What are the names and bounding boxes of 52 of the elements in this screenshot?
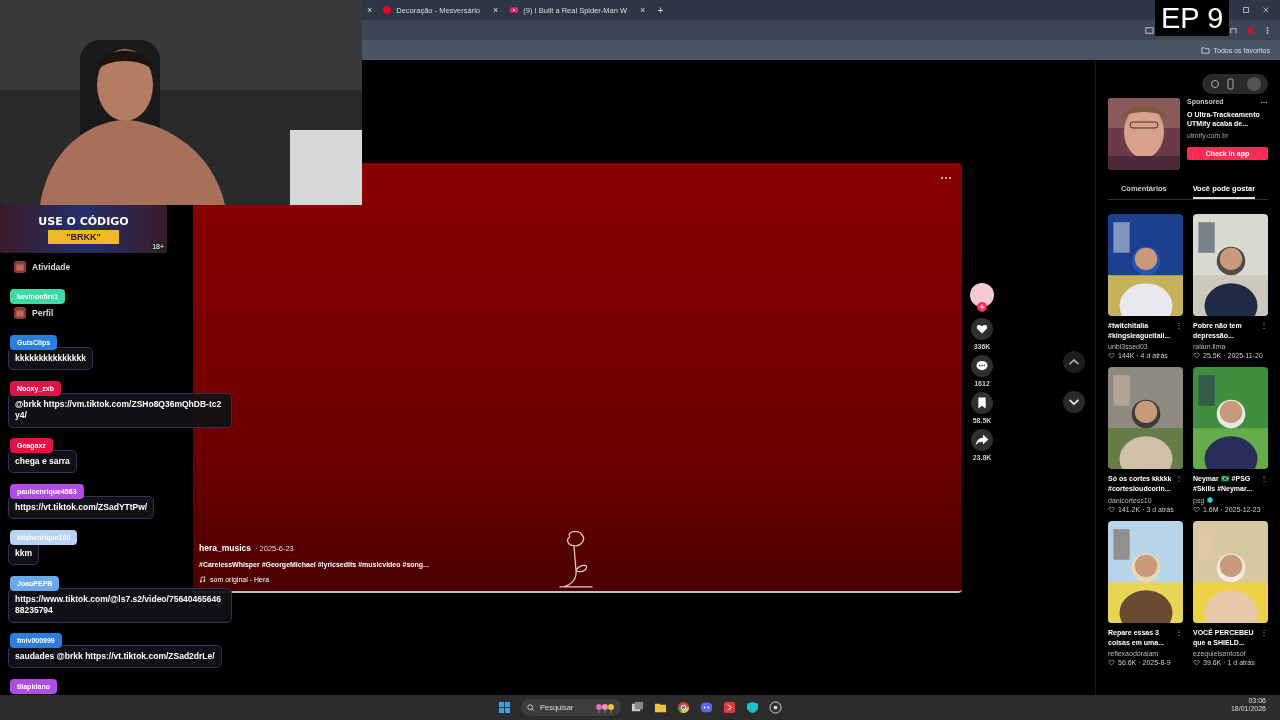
chat-message: chega e sarra xyxy=(8,449,77,474)
kebab-menu-icon[interactable]: ⋮ xyxy=(1175,321,1183,330)
cast-icon[interactable] xyxy=(1145,25,1154,35)
toolbar-pill-icon[interactable] xyxy=(1202,74,1268,94)
app-icon[interactable] xyxy=(723,701,736,714)
play-logo-icon xyxy=(510,6,519,14)
heart-icon xyxy=(1193,352,1200,360)
more-button[interactable]: ⋯ xyxy=(1260,98,1268,107)
kebab-menu-icon[interactable]: ⋮ xyxy=(1175,627,1183,637)
chat-message: saudades @brkk https://vt.tiktok.com/ZSad2drLe/ xyxy=(8,644,222,669)
heart-icon xyxy=(1193,505,1200,513)
tulips-icon xyxy=(595,702,615,713)
sidebar-item[interactable]: Perfil xyxy=(32,308,54,318)
kebab-menu-icon[interactable]: ⋮ xyxy=(1260,627,1268,637)
avatar-icon xyxy=(14,261,26,273)
heart-icon xyxy=(1108,505,1115,513)
sidebar-item[interactable]: Atividade xyxy=(32,262,71,272)
chat-message: kkkkkkkkkkkkkkk xyxy=(8,347,93,371)
tab-close-button[interactable]: × xyxy=(362,5,378,15)
browser-icon[interactable] xyxy=(677,701,690,714)
kebab-menu-icon[interactable]: ⋮ xyxy=(1175,474,1183,484)
video-author[interactable]: hera_musics xyxy=(199,543,251,553)
bookmark-icon[interactable] xyxy=(971,392,993,414)
more-button[interactable]: ⋯ xyxy=(940,171,952,185)
kebab-menu-icon[interactable]: ⋮ xyxy=(1260,474,1268,484)
recorder-icon[interactable] xyxy=(769,701,782,714)
episode-label: EP 9 xyxy=(1155,0,1230,36)
chat-app-icon[interactable] xyxy=(700,701,713,714)
up-chevron-icon[interactable] xyxy=(1063,351,1085,373)
avatar-follow-icon[interactable] xyxy=(969,283,995,313)
chat-message: https://vt.tiktok.com/ZSadYTtPw/ xyxy=(8,495,155,520)
shield-icon[interactable] xyxy=(746,701,759,714)
folder-icon[interactable] xyxy=(654,701,667,714)
heart-icon xyxy=(1108,352,1115,360)
down-chevron-icon[interactable] xyxy=(1063,391,1085,413)
new-tab-button[interactable]: + xyxy=(651,4,670,16)
speech-bubble-icon[interactable] xyxy=(971,355,993,377)
chat-message: https://www.tiktok.com/@ls7.s2/video/7564046564688235794 xyxy=(8,587,232,623)
restore-icon[interactable] xyxy=(1242,6,1250,14)
extension-icon[interactable] xyxy=(1229,25,1238,35)
folder-icon xyxy=(1200,45,1210,55)
chat-message: @brkk https://vm.tiktok.com/ZSHo8Q36mQhDB-tc2y4/ xyxy=(8,393,232,428)
pin-logo-icon xyxy=(383,6,392,14)
close-icon[interactable] xyxy=(1262,6,1270,14)
kebab-menu-icon[interactable]: ⋮ xyxy=(1260,321,1268,330)
music-note-icon xyxy=(199,576,206,583)
search-icon xyxy=(527,703,535,712)
heart-icon xyxy=(1108,658,1115,666)
task-view-icon[interactable] xyxy=(631,701,644,714)
avatar-icon xyxy=(14,307,26,319)
windows-start-icon[interactable] xyxy=(498,701,511,714)
heart-icon xyxy=(1193,658,1200,666)
